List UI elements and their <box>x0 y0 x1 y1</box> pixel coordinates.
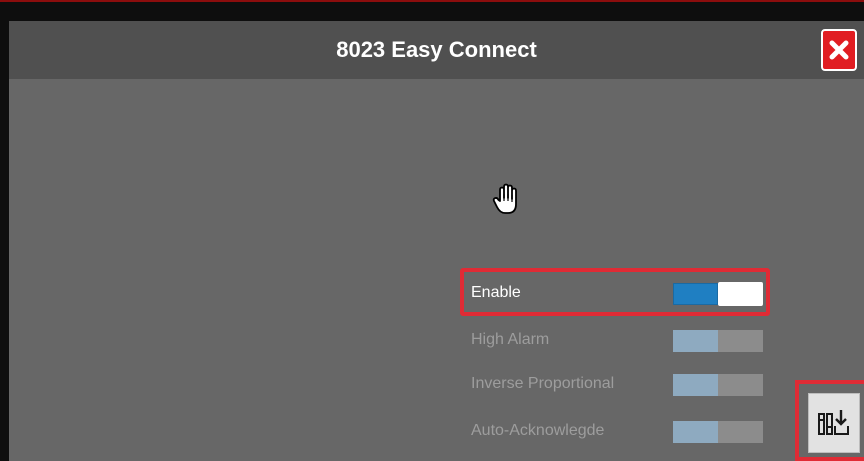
toggle-on-track <box>673 374 718 396</box>
enable-highlight-box <box>460 268 770 316</box>
save-settings-button[interactable] <box>808 393 860 453</box>
option-high-alarm: High Alarm <box>466 320 768 360</box>
option-auto-acknowledge-label: Auto-Acknowlegde <box>471 422 605 439</box>
save-highlight-box <box>795 380 864 461</box>
toggle-on-track <box>673 330 718 352</box>
hand-cursor-icon <box>492 183 517 214</box>
toggle-thumb <box>718 421 763 443</box>
option-inverse-proportional-label: Inverse Proportional <box>471 375 615 392</box>
dialog-title: 8023 Easy Connect <box>336 37 537 62</box>
dialog-titlebar: 8023 Easy Connect <box>9 21 864 79</box>
toggle-thumb <box>718 374 763 396</box>
window-top-edge <box>0 0 864 11</box>
toggle-thumb <box>718 330 763 352</box>
close-button[interactable] <box>821 29 857 71</box>
toggle-on-track <box>673 421 718 443</box>
option-inverse-proportional: Inverse Proportional <box>466 364 768 404</box>
inverse-proportional-toggle[interactable] <box>673 374 763 396</box>
auto-acknowledge-toggle[interactable] <box>673 421 763 443</box>
screen: 8023 Easy Connect Enable High Alarm Inve… <box>0 0 864 461</box>
high-alarm-toggle[interactable] <box>673 330 763 352</box>
close-icon <box>829 40 849 60</box>
option-auto-acknowledge: Auto-Acknowlegde <box>466 411 768 451</box>
save-settings-icon <box>818 410 849 435</box>
option-high-alarm-label: High Alarm <box>471 331 550 348</box>
